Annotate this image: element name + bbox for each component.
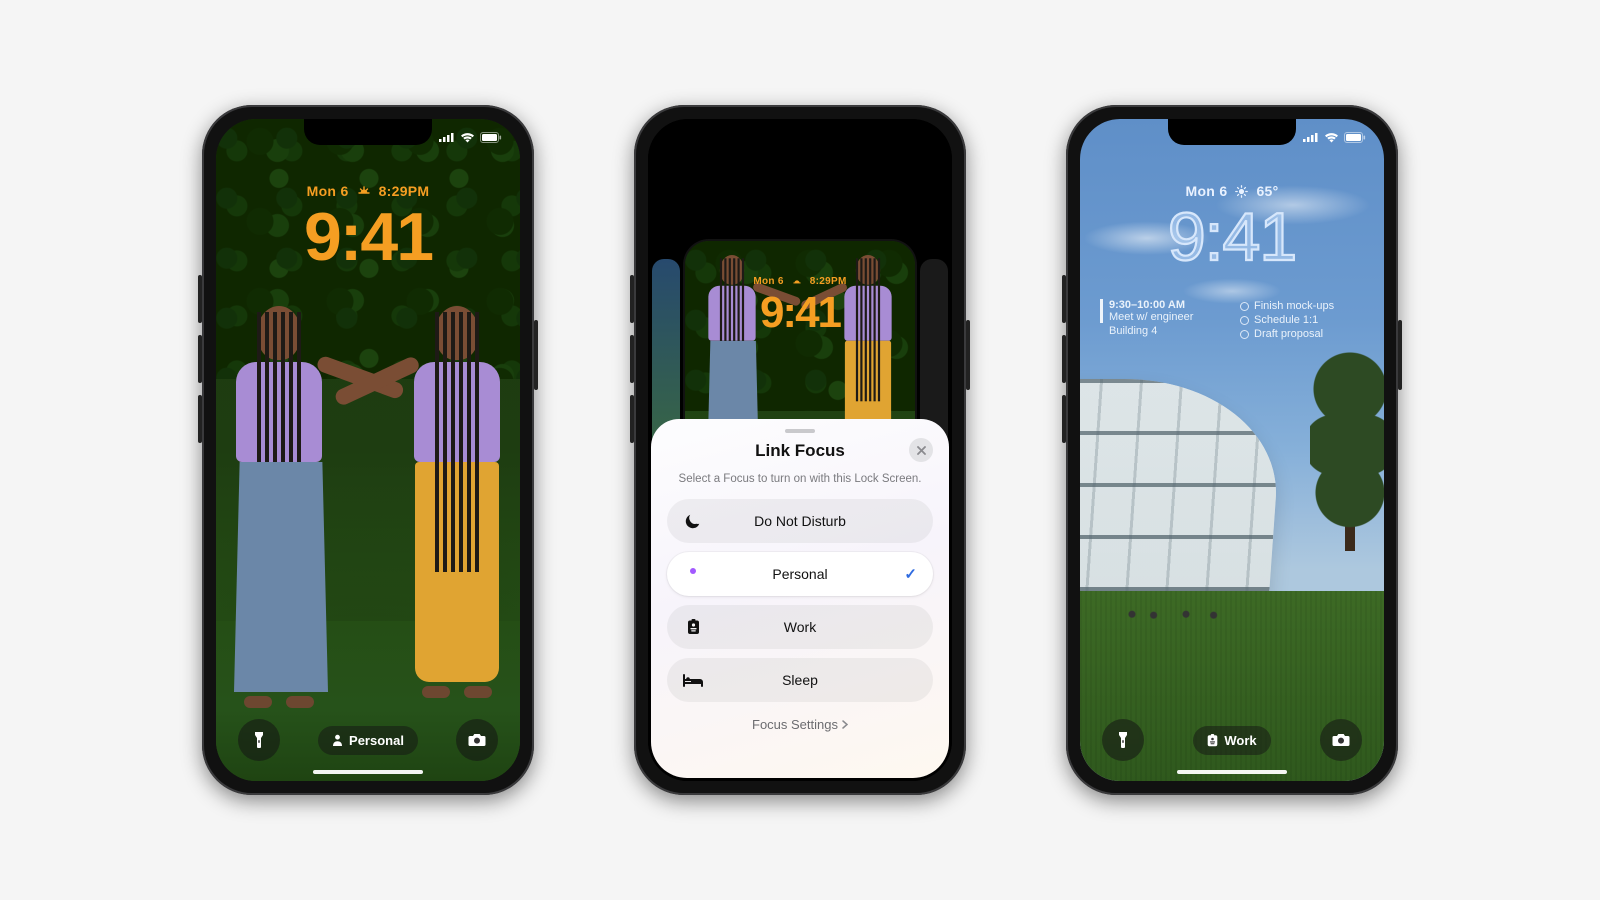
checkmark-icon: ✓ [904,565,917,583]
camera-button[interactable] [456,719,498,761]
date-label: Mon 6 [1185,183,1227,199]
wifi-icon [1324,132,1339,143]
sheet-title: Link Focus [667,441,933,461]
sheet-subtitle: Select a Focus to turn on with this Lock… [679,473,922,485]
reminder-item: Finish mock-ups [1254,300,1334,312]
link-focus-sheet: Link Focus Select a Focus to turn on wit… [651,419,949,778]
mini-weather-label: 8:29PM [810,276,847,287]
event-title: Meet w/ engineer [1109,311,1224,323]
focus-option-personal[interactable]: Personal ✓ [667,552,933,596]
clock-time: 9:41 [216,203,520,271]
notch [304,119,432,145]
wifi-icon [460,132,475,143]
focus-option-work[interactable]: Work [667,605,933,649]
focus-pill-label: Personal [349,733,404,748]
camera-icon [468,733,486,747]
clock-area: Mon 6 65° 9:41 [1080,183,1384,271]
close-icon [917,446,926,455]
focus-option-label: Work [667,619,933,635]
date-label: Mon 6 [307,183,349,199]
badge-icon [1207,734,1218,747]
camera-button[interactable] [1320,719,1362,761]
clock-time: 9:41 [1080,203,1384,271]
focus-option-label: Personal [667,566,933,582]
sun-icon [1235,185,1248,198]
chevron-right-icon [842,720,848,729]
focus-option-label: Do Not Disturb [667,513,933,529]
sheet-grabber[interactable] [785,429,815,433]
ring-icon [1240,302,1249,311]
person-left [234,306,324,726]
ring-icon [1240,316,1249,325]
widgets-row: 9:30–10:00 AM Meet w/ engineer Building … [1100,299,1364,341]
sheet-close-button[interactable] [909,438,933,462]
person-right [412,306,502,726]
battery-icon [480,132,502,143]
clock-area: Mon 6 8:29PM 9:41 [216,183,520,271]
focus-option-label: Sleep [667,672,933,688]
weather-label: 8:29PM [379,183,430,199]
signal-icon [439,132,455,142]
focus-pill-personal[interactable]: Personal [318,726,418,755]
camera-icon [1332,733,1350,747]
focus-option-dnd[interactable]: Do Not Disturb [667,499,933,543]
reminder-item: Schedule 1:1 [1254,314,1318,326]
focus-pill-work[interactable]: Work [1193,726,1270,755]
temp-label: 65° [1256,183,1278,199]
home-indicator[interactable] [1177,770,1287,774]
person-icon [332,734,343,746]
notch [1168,119,1296,145]
mini-date-label: Mon 6 [753,276,783,287]
calendar-widget[interactable]: 9:30–10:00 AM Meet w/ engineer Building … [1100,299,1224,341]
flashlight-button[interactable] [238,719,280,761]
battery-icon [1344,132,1366,143]
home-indicator[interactable] [313,770,423,774]
flashlight-icon [253,731,265,749]
phone-work: Mon 6 65° 9:41 9:30–10:00 AM Meet w/ eng… [1066,105,1398,795]
flashlight-icon [1117,731,1129,749]
link-focus-screen: Mon 6 8:29PM 9:41 Link Focus Select a Fo… [648,119,952,781]
focus-settings-label: Focus Settings [752,717,838,732]
phone-link-focus: Mon 6 8:29PM 9:41 Link Focus Select a Fo… [634,105,966,795]
sunset-icon [792,277,802,286]
signal-icon [1303,132,1319,142]
focus-pill-label: Work [1224,733,1256,748]
focus-option-sleep[interactable]: Sleep [667,658,933,702]
reminder-item: Draft proposal [1254,328,1323,340]
event-time: 9:30–10:00 AM [1109,299,1224,311]
sunset-icon [357,185,371,197]
notch [736,119,864,145]
tree [1310,319,1384,599]
event-location: Building 4 [1100,325,1224,337]
phone-personal: Mon 6 8:29PM 9:41 Personal [202,105,534,795]
ring-icon [1240,330,1249,339]
lock-screen-personal: Mon 6 8:29PM 9:41 Personal [216,119,520,781]
flashlight-button[interactable] [1102,719,1144,761]
lock-screen-work: Mon 6 65° 9:41 9:30–10:00 AM Meet w/ eng… [1080,119,1384,781]
mini-clock-time: 9:41 [685,291,915,335]
tiny-people [1120,607,1240,631]
reminders-widget[interactable]: Finish mock-ups Schedule 1:1 Draft propo… [1240,299,1364,341]
focus-settings-link[interactable]: Focus Settings [752,717,848,732]
